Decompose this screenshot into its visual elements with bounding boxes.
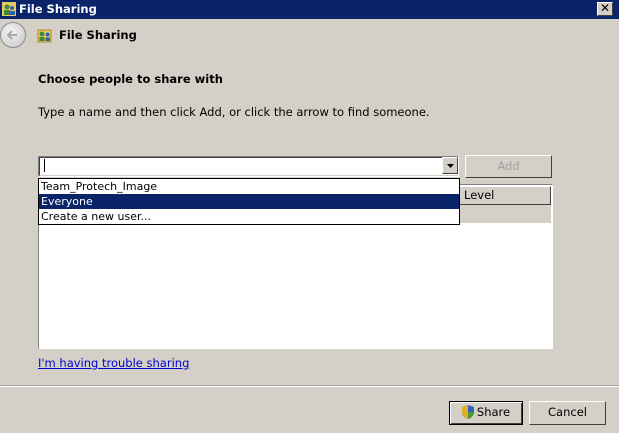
dropdown-option-everyone[interactable]: Everyone bbox=[39, 194, 459, 209]
list-row-area bbox=[459, 205, 551, 223]
dropdown-option-team-protech-image[interactable]: Team_Protech_Image bbox=[39, 179, 459, 194]
dropdown-arrow-button[interactable] bbox=[442, 157, 458, 174]
column-header-level[interactable]: Level bbox=[459, 186, 551, 205]
name-input[interactable] bbox=[41, 158, 436, 173]
sharing-people-icon bbox=[37, 28, 52, 43]
uac-shield-icon bbox=[461, 405, 474, 426]
header-title: File Sharing bbox=[59, 28, 137, 42]
window-title: File Sharing bbox=[19, 2, 97, 16]
footer-divider-highlight bbox=[0, 386, 619, 387]
page-heading: Choose people to share with bbox=[38, 72, 223, 86]
dropdown-option-create-new-user[interactable]: Create a new user... bbox=[39, 209, 459, 224]
name-combobox[interactable] bbox=[38, 156, 459, 177]
instructions-text: Type a name and then click Add, or click… bbox=[38, 105, 430, 119]
back-button[interactable] bbox=[0, 22, 26, 48]
close-icon: ✕ bbox=[599, 1, 611, 15]
share-button[interactable]: Share bbox=[449, 401, 523, 425]
close-button[interactable]: ✕ bbox=[597, 2, 613, 16]
title-bar: File Sharing ✕ bbox=[0, 0, 619, 19]
name-dropdown-list[interactable]: Team_Protech_Image Everyone Create a new… bbox=[38, 178, 460, 225]
trouble-sharing-link[interactable]: I'm having trouble sharing bbox=[38, 356, 189, 370]
sharing-people-icon bbox=[2, 2, 16, 16]
add-button[interactable]: Add bbox=[465, 155, 552, 178]
text-caret bbox=[44, 159, 45, 172]
share-button-label: Share bbox=[476, 405, 511, 419]
cancel-button[interactable]: Cancel bbox=[529, 401, 606, 425]
